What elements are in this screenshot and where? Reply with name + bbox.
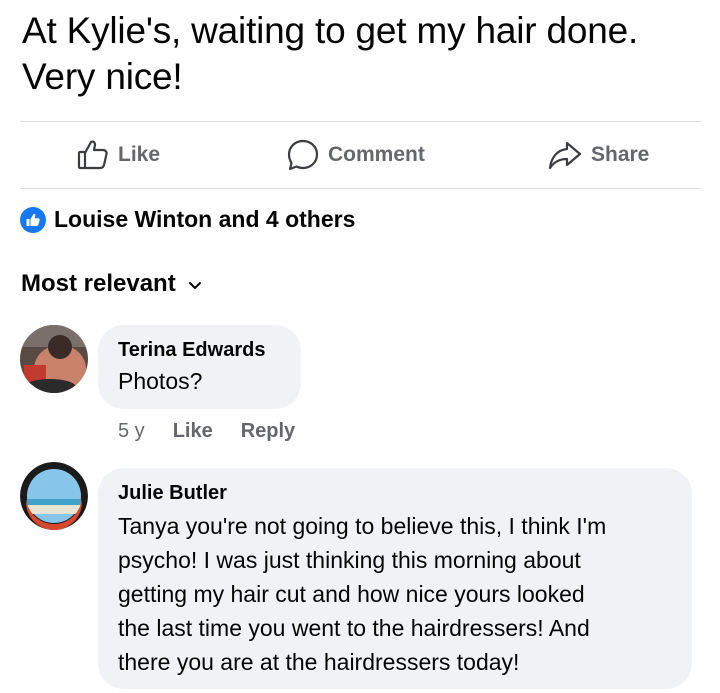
comment-meta: 5 y Like Reply <box>118 420 295 443</box>
comment-bubble: Terina Edwards Photos? <box>98 325 301 409</box>
comment-author[interactable]: Julie Butler <box>118 482 672 505</box>
comment-label: Comment <box>328 143 425 166</box>
comment-text: Photos? <box>118 368 203 394</box>
avatar[interactable] <box>20 462 88 530</box>
avatar[interactable] <box>20 325 88 393</box>
reactions-summary-text: Louise Winton and 4 others <box>54 206 356 232</box>
chevron-down-icon <box>188 270 202 298</box>
post-text-line-2: Very nice! <box>22 56 183 97</box>
like-reaction-icon <box>20 206 46 233</box>
comment-sort-dropdown[interactable]: Most relevant <box>21 270 202 298</box>
reactions-summary[interactable]: Louise Winton and 4 others <box>20 206 355 233</box>
share-button[interactable]: Share <box>547 122 649 188</box>
comment-text-line: there you are at the hairdressers today! <box>118 649 520 675</box>
comment-button[interactable]: Comment <box>286 122 425 188</box>
share-label: Share <box>591 143 650 166</box>
comment-bubble-icon <box>286 138 320 172</box>
comment-author[interactable]: Terina Edwards <box>118 339 281 362</box>
comment-text-line: getting my hair cut and how nice yours l… <box>118 581 585 607</box>
comment-reply-button[interactable]: Reply <box>241 420 295 443</box>
like-button[interactable]: Like <box>76 122 160 188</box>
post-text-line-1: At Kylie's, waiting to get my hair done. <box>22 10 639 51</box>
divider-bottom <box>20 188 701 189</box>
comment-text-line: psycho! I was just thinking this morning… <box>118 547 581 573</box>
like-label: Like <box>118 143 161 166</box>
thumbs-up-icon <box>76 138 110 172</box>
comment-text-line: the last time you went to the hairdresse… <box>118 615 590 641</box>
post-text: At Kylie's, waiting to get my hair done.… <box>22 8 702 100</box>
comment-bubble: Julie Butler Tanya you're not going to b… <box>98 468 692 689</box>
post-action-bar: Like Comment Share <box>20 122 701 188</box>
sort-label: Most relevant <box>21 270 176 297</box>
comment-text: Tanya you're not going to believe this, … <box>118 509 672 679</box>
comment-like-button[interactable]: Like <box>173 420 213 443</box>
share-arrow-icon <box>547 138 583 172</box>
comment-age[interactable]: 5 y <box>118 420 145 443</box>
comment-text-line: Tanya you're not going to believe this, … <box>118 513 607 539</box>
